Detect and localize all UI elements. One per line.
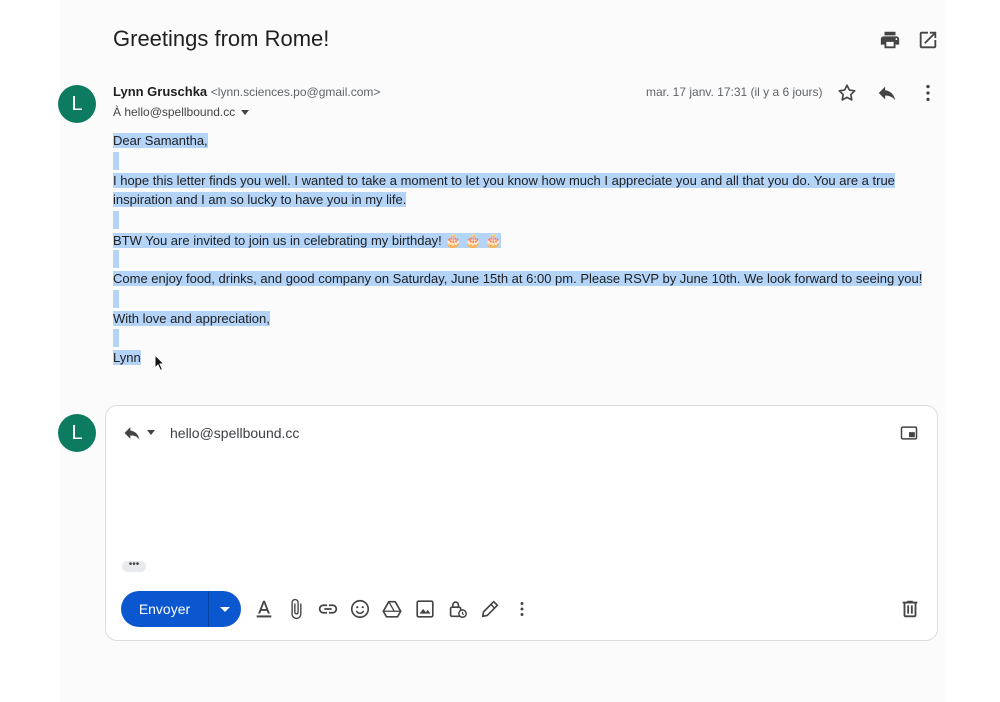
show-trimmed-content-button[interactable]: ••• [122, 560, 146, 572]
pop-out-reply-icon[interactable] [899, 423, 919, 443]
reply-type-dropdown-icon[interactable] [147, 430, 155, 435]
more-options-icon[interactable] [511, 598, 533, 620]
body-paragraph-3: Come enjoy food, drinks, and good compan… [113, 271, 923, 286]
send-button-group[interactable]: Envoyer [121, 591, 241, 627]
trash-icon[interactable] [899, 598, 921, 620]
recipient-text: À hello@spellbound.cc [113, 105, 236, 119]
sender-avatar[interactable]: L [58, 85, 96, 123]
email-subject: Greetings from Rome! [113, 26, 330, 51]
reply-type-icon[interactable] [122, 423, 142, 443]
body-paragraph-2: BTW You are invited to join us in celebr… [113, 233, 502, 248]
print-icon[interactable] [879, 29, 901, 51]
signature-pen-icon[interactable] [479, 598, 501, 620]
sender-email: <lynn.sciences.po@gmail.com> [210, 85, 381, 99]
send-options-dropdown-icon[interactable] [209, 591, 241, 627]
reply-recipient[interactable]: hello@spellbound.cc [170, 425, 299, 441]
reply-icon[interactable] [876, 82, 898, 104]
body-blank-line [113, 290, 119, 308]
more-vert-icon[interactable] [917, 82, 939, 104]
emoji-icon[interactable] [349, 598, 371, 620]
insert-photo-icon[interactable] [414, 598, 436, 620]
format-text-icon[interactable] [253, 598, 275, 620]
sender-name[interactable]: Lynn Gruschka [113, 84, 207, 99]
details-dropdown-icon[interactable] [241, 110, 250, 116]
body-blank-line [113, 211, 119, 229]
reply-avatar[interactable]: L [58, 414, 96, 452]
body-blank-line [113, 152, 119, 170]
body-closing: With love and appreciation, [113, 311, 270, 326]
confidential-lock-icon[interactable] [446, 598, 468, 620]
email-date: mar. 17 janv. 17:31 (il y a 6 jours) [646, 85, 823, 99]
drive-icon[interactable] [381, 598, 403, 620]
link-icon[interactable] [317, 598, 339, 620]
body-blank-line [113, 329, 119, 347]
open-in-new-window-icon[interactable] [917, 29, 939, 51]
body-greeting: Dear Samantha, [113, 133, 208, 148]
body-paragraph-1-line-2: inspiration and I am so lucky to have yo… [113, 192, 407, 207]
birthday-cake-emoji: 🎂 🎂 🎂 [445, 233, 502, 248]
star-icon[interactable] [836, 82, 858, 104]
recipient-line[interactable]: À hello@spellbound.cc [113, 105, 250, 119]
send-button[interactable]: Envoyer [121, 591, 208, 627]
body-paragraph-1-line-1: I hope this letter finds you well. I wan… [113, 173, 895, 188]
sender-line: Lynn Gruschka <lynn.sciences.po@gmail.co… [113, 84, 380, 99]
body-blank-line [113, 250, 119, 268]
body-signature: Lynn [113, 350, 141, 365]
attach-icon[interactable] [285, 598, 307, 620]
mouse-cursor-icon [154, 354, 166, 372]
